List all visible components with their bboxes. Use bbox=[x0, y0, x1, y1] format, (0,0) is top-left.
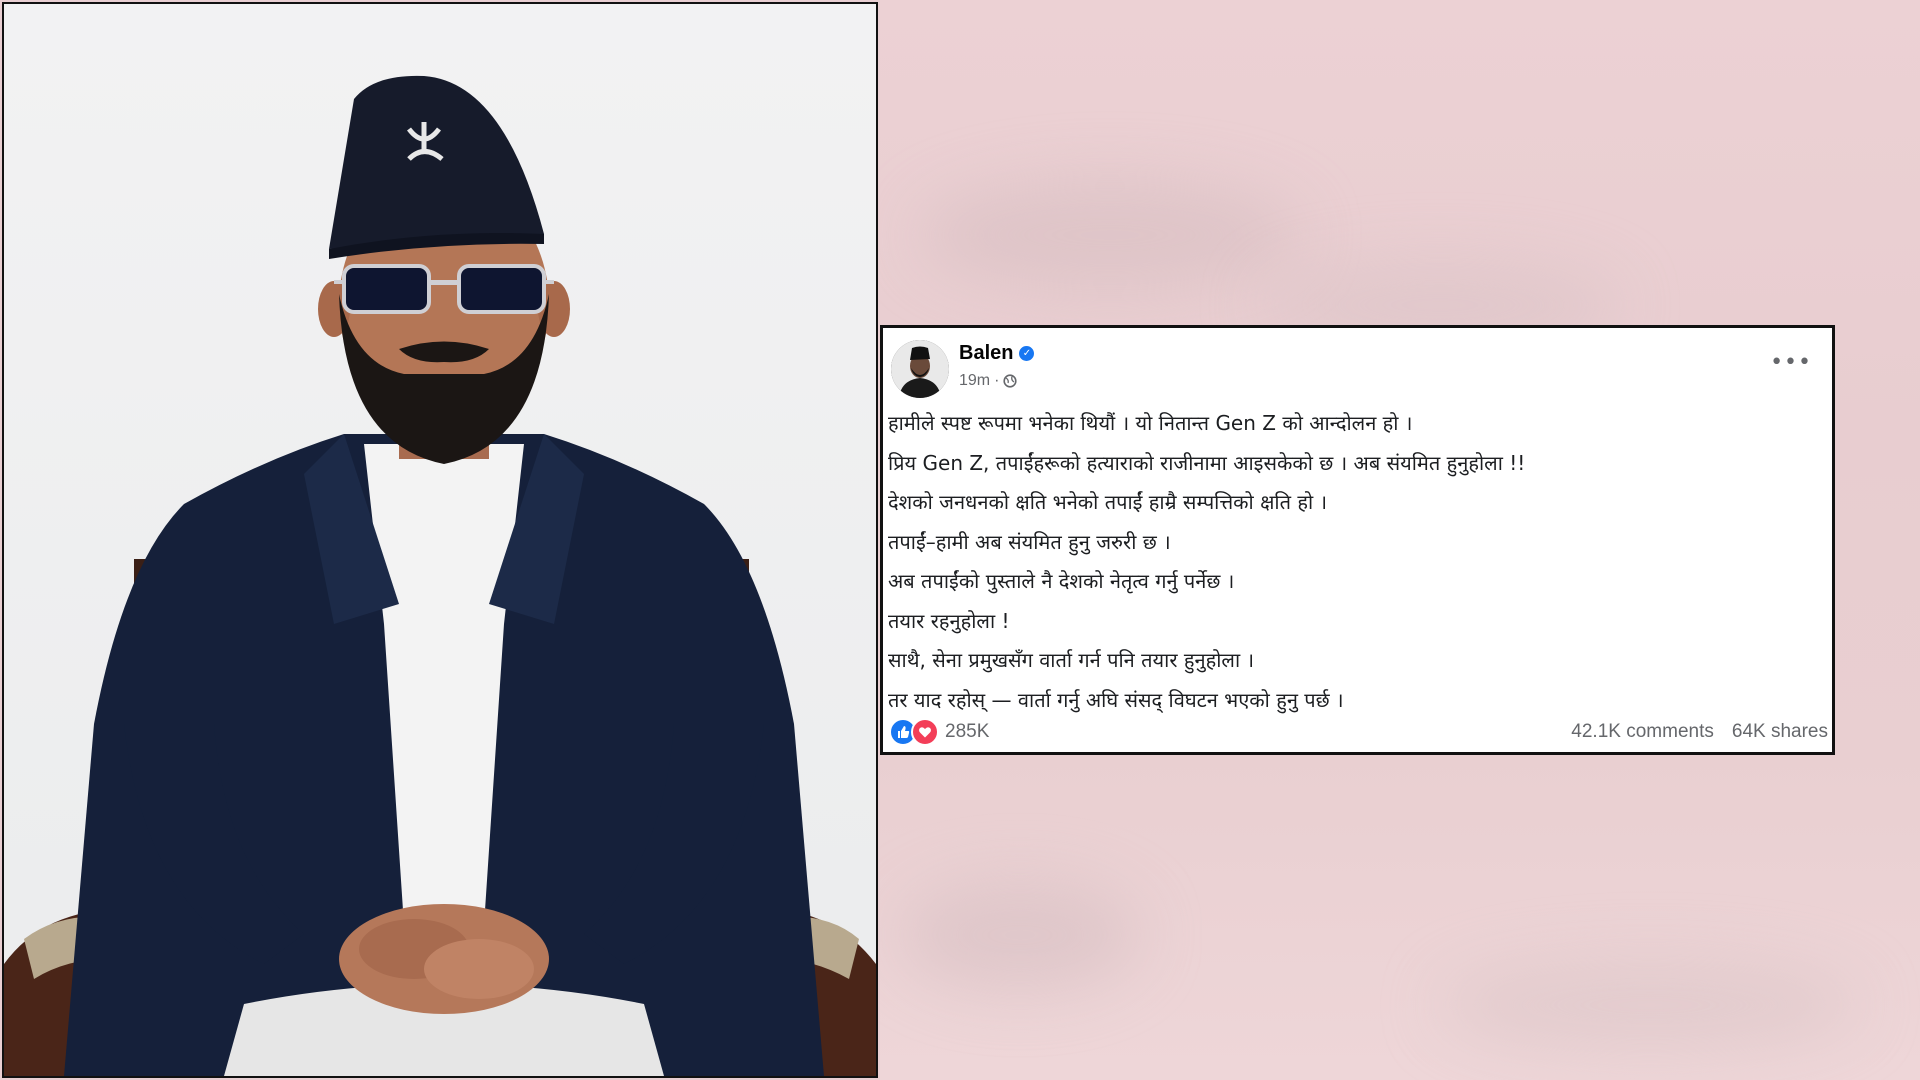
post-text: हामीले स्पष्ट रूपमा भनेका थियौं । यो नित… bbox=[888, 404, 1822, 720]
love-icon[interactable] bbox=[911, 718, 939, 746]
post-text-line: तयार रहनुहोला ! bbox=[888, 608, 1010, 633]
reaction-count[interactable]: 285K bbox=[945, 721, 989, 743]
background-blur-shape bbox=[1440, 960, 1860, 1050]
portrait-illustration bbox=[4, 75, 876, 1076]
engagement-bar: 285K 42.1K comments 64K shares bbox=[889, 716, 1828, 748]
avatar-image bbox=[891, 340, 949, 398]
social-post-card: Balen ✓ 19m · ••• हामीले स्पष्ट रूपमा भन… bbox=[880, 325, 1835, 755]
background-blur-shape bbox=[920, 180, 1300, 290]
avatar[interactable] bbox=[891, 340, 949, 398]
post-text-line: तर याद रहोस् — वार्ता गर्नु अघि संसद् वि… bbox=[888, 687, 1344, 712]
post-text-line: प्रिय Gen Z, तपाईंहरूको हत्याराको राजीना… bbox=[888, 450, 1526, 475]
author-row: Balen ✓ bbox=[959, 342, 1035, 365]
post-meta: 19m · bbox=[959, 372, 1018, 390]
portrait-photo bbox=[2, 2, 878, 1078]
post-text-line: तपाईं–हामी अब संयमित हुनु जरुरी छ । bbox=[888, 529, 1171, 554]
background-blur-shape bbox=[900, 880, 1140, 990]
more-options-button[interactable]: ••• bbox=[1770, 350, 1812, 375]
sunglasses-right-lens bbox=[457, 264, 546, 314]
topi-hat bbox=[329, 75, 544, 249]
meta-separator: · bbox=[994, 372, 1000, 389]
post-text-line: अब तपाईंको पुस्ताले नै देशको नेतृत्व गर्… bbox=[888, 569, 1235, 593]
post-text-line: देशको जनधनको क्षति भनेको तपाईं हाम्रै सम… bbox=[888, 490, 1328, 514]
verified-badge-icon: ✓ bbox=[1019, 346, 1035, 361]
author-name[interactable]: Balen bbox=[959, 342, 1013, 365]
sunglasses-left-lens bbox=[342, 264, 431, 314]
shares-count[interactable]: 64K shares bbox=[1732, 721, 1828, 743]
post-timestamp[interactable]: 19m bbox=[959, 372, 990, 390]
post-text-line: हामीले स्पष्ट रूपमा भनेका थियौं । यो नित… bbox=[888, 411, 1413, 435]
globe-icon bbox=[1003, 374, 1018, 388]
comments-count[interactable]: 42.1K comments bbox=[1571, 721, 1714, 743]
post-text-line: साथै, सेना प्रमुखसँग वार्ता गर्न पनि तया… bbox=[888, 648, 1255, 672]
